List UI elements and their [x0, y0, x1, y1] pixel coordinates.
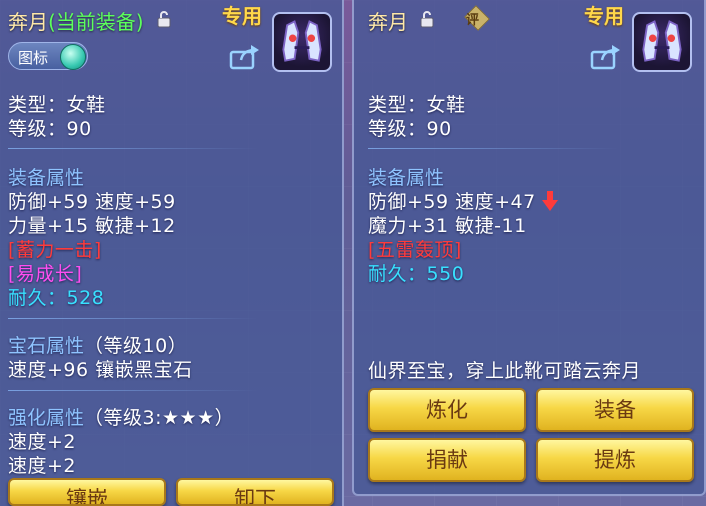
item-title: 奔月(当前装备) — [8, 6, 144, 35]
lock-icon[interactable] — [420, 10, 434, 28]
extract-button[interactable]: 提炼 — [536, 438, 694, 482]
attr-line-2: 力量+15 敏捷+12 — [8, 215, 176, 237]
divider — [368, 148, 618, 149]
durability-value: 528 — [66, 287, 105, 309]
compare-item-tooltip: 奔月 评 专用 类型：女鞋 等级：90 装备属性 防御+59 速度+47 魔力+… — [352, 0, 706, 496]
item-name: 奔月 — [8, 10, 48, 34]
attr-line-1: 防御+59 速度+47 — [368, 187, 559, 214]
gem-header-row: 宝石属性（等级10） — [8, 331, 187, 358]
durability-label: 耐久： — [368, 263, 427, 285]
unequip-button[interactable]: 卸下 — [176, 478, 334, 506]
boots-icon — [642, 20, 682, 62]
gem-header: 宝石属性 — [8, 335, 85, 357]
toggle-knob — [60, 44, 86, 70]
gem-line: 速度+96 镶嵌黑宝石 — [8, 359, 193, 381]
divider — [8, 318, 258, 319]
enhance-level: （等级3:★★★） — [84, 407, 235, 429]
stat-decrease-arrow-icon — [542, 191, 559, 211]
item-name: 奔月 — [368, 10, 408, 34]
skill-1: [蓄力一击] — [8, 239, 102, 261]
icon-toggle-label: 图标 — [18, 49, 49, 67]
icon-toggle[interactable]: 图标 — [8, 42, 88, 70]
item-icon — [272, 12, 332, 72]
share-icon[interactable] — [590, 44, 622, 70]
attr-line-2: 魔力+31 敏捷-11 — [368, 215, 527, 237]
inlay-button[interactable]: 镶嵌 — [8, 478, 166, 506]
level-line: 等级：90 — [368, 118, 452, 140]
divider — [8, 148, 258, 149]
attr-header: 装备属性 — [8, 167, 85, 189]
type-line: 类型：女鞋 — [368, 94, 466, 116]
durability-label: 耐久： — [8, 287, 67, 309]
flavor-text: 仙界至宝，穿上此靴可踏云奔月 — [368, 360, 642, 382]
attr-line-1: 防御+59 速度+59 — [8, 191, 176, 213]
refine-button[interactable]: 炼化 — [368, 388, 526, 432]
durability-value: 550 — [426, 263, 465, 285]
enhance-header: 强化属性 — [8, 407, 85, 429]
lock-icon[interactable] — [157, 10, 171, 28]
item-icon — [632, 12, 692, 72]
durability-line: 耐久：528 — [8, 283, 104, 310]
donate-button[interactable]: 捐献 — [368, 438, 526, 482]
divider — [8, 390, 258, 391]
share-icon[interactable] — [229, 44, 261, 70]
level-line: 等级：90 — [8, 118, 92, 140]
attr-line-1-text: 防御+59 速度+47 — [368, 191, 536, 213]
enhance-line-2: 速度+2 — [8, 455, 77, 477]
skill-1: [五雷轰顶] — [368, 239, 462, 261]
enhance-header-row: 强化属性（等级3:★★★） — [8, 403, 234, 430]
attr-header: 装备属性 — [368, 167, 445, 189]
equipped-item-tooltip: 奔月(当前装备) 专用 图标 类型：女鞋 等级：90 装备属性 防御+59 速度… — [0, 0, 344, 506]
boots-icon — [282, 20, 322, 62]
review-badge-label: 评 — [466, 13, 480, 28]
durability-line: 耐久：550 — [368, 259, 464, 286]
equip-button[interactable]: 装备 — [536, 388, 694, 432]
equipped-tag: (当前装备) — [48, 10, 144, 34]
gem-level: （等级10） — [84, 335, 188, 357]
exclusive-tag: 专用 — [222, 4, 262, 28]
enhance-line-1: 速度+2 — [8, 431, 77, 453]
skill-2: [易成长] — [8, 263, 83, 285]
type-line: 类型：女鞋 — [8, 94, 106, 116]
exclusive-tag: 专用 — [584, 4, 624, 28]
